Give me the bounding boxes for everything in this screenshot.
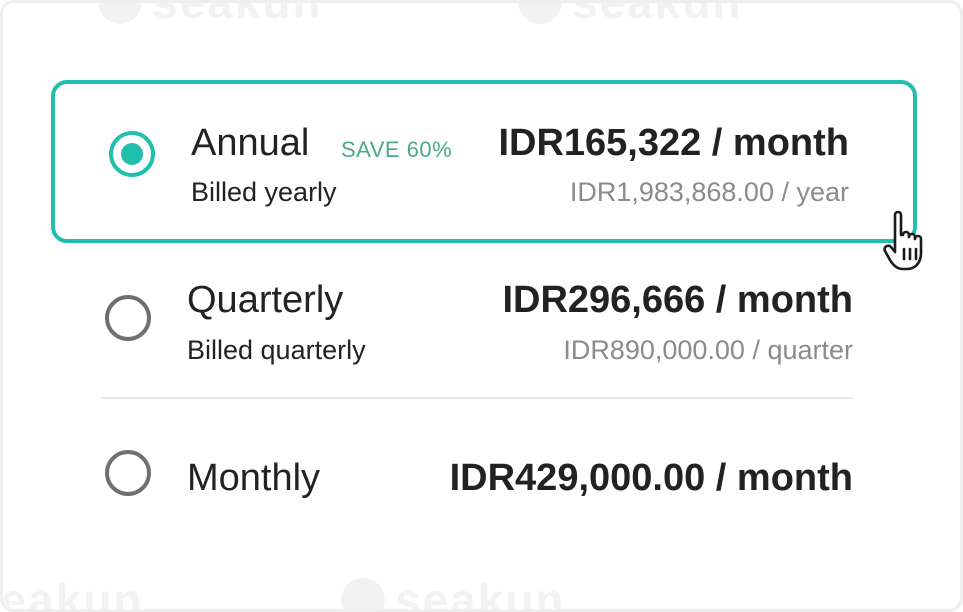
monthly-price: IDR296,666 / month <box>502 279 853 321</box>
plan-option-quarterly[interactable]: Quarterly Billed quarterly IDR296,666 / … <box>51 243 917 398</box>
radio-button-monthly[interactable] <box>105 450 151 496</box>
watermark-text: seakun <box>152 0 323 28</box>
watermark-logo-icon <box>341 578 385 609</box>
radio-button-annual[interactable] <box>109 131 155 177</box>
watermark-logo: seakun <box>98 0 323 29</box>
period-total: IDR890,000.00 / quarter <box>563 335 853 365</box>
divider <box>101 397 853 399</box>
watermark-logo: seakun <box>0 573 144 612</box>
plan-name: Quarterly <box>187 279 344 321</box>
plan-option-monthly[interactable]: Monthly IDR429,000.00 / month <box>51 401 917 561</box>
radio-button-quarterly[interactable] <box>105 295 151 341</box>
plan-option-annual[interactable]: Annual SAVE 60% Billed yearly IDR165,322… <box>51 80 917 243</box>
plan-name: Annual <box>191 122 310 164</box>
watermark-logo: seakun <box>341 573 566 612</box>
billing-period: Billed quarterly <box>187 335 366 365</box>
watermark-text: seakun <box>395 574 566 612</box>
billing-period: Billed yearly <box>191 177 337 207</box>
hand-pointer-icon <box>883 210 923 271</box>
watermark-text: seakun <box>0 574 144 612</box>
watermark-logo-icon <box>518 3 562 24</box>
monthly-price: IDR429,000.00 / month <box>449 457 853 499</box>
watermark-logo: seakun <box>518 0 743 29</box>
monthly-price: IDR165,322 / month <box>498 122 849 164</box>
watermark-logo-icon <box>98 3 142 24</box>
plan-selector-panel: seakun seakun seakun seakun Annual SAVE … <box>0 0 963 612</box>
plan-name: Monthly <box>187 457 321 499</box>
watermark-text: seakun <box>572 0 743 28</box>
savings-badge: SAVE 60% <box>341 137 453 162</box>
radio-selected-dot <box>121 143 143 165</box>
period-total: IDR1,983,868.00 / year <box>569 177 849 207</box>
